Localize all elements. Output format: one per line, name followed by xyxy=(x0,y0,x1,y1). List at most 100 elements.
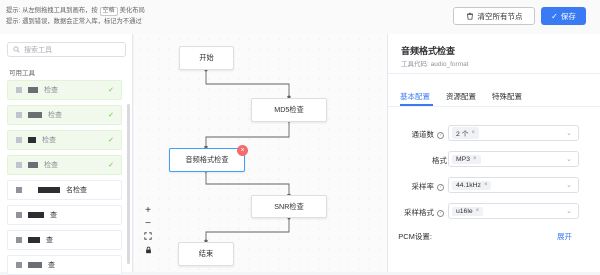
field-label-format: 格式? xyxy=(377,155,457,166)
sample-format-select[interactable]: u16le × ⌄ xyxy=(448,203,579,219)
field-label-channels: 通道数? xyxy=(364,129,444,140)
redacted-text xyxy=(28,112,42,118)
tool-icon xyxy=(16,112,22,118)
fit-view-icon xyxy=(144,232,152,240)
redacted-text xyxy=(28,87,38,93)
selected-tag: 2 个 × xyxy=(452,127,479,139)
trash-icon xyxy=(466,12,473,20)
tab-basic-config[interactable]: 基本配置 xyxy=(400,91,430,102)
expand-link[interactable]: 展开 xyxy=(557,231,572,242)
node-md5-check[interactable]: MD5检查 xyxy=(251,98,327,122)
save-button[interactable]: ✓ 保存 xyxy=(541,7,586,25)
tool-item[interactable]: 检查 ✓ xyxy=(7,130,122,150)
delete-node-icon[interactable]: × xyxy=(237,145,248,156)
tab-special-config[interactable]: 特殊配置 xyxy=(492,91,522,102)
divider xyxy=(388,73,600,74)
help-icon[interactable]: ? xyxy=(437,183,444,191)
help-icon[interactable]: ? xyxy=(437,131,444,139)
field-label-sample-rate: 采样率? xyxy=(364,181,444,192)
tool-item[interactable]: 检查 ✓ xyxy=(7,80,122,100)
zoom-out-button[interactable]: − xyxy=(141,218,155,230)
node-start[interactable]: 开始 xyxy=(179,46,234,70)
fit-view-button[interactable] xyxy=(141,232,155,244)
node-label: SNR检查 xyxy=(274,201,304,211)
node-label: 结束 xyxy=(198,249,214,258)
chevron-down-icon: ⌄ xyxy=(566,156,572,163)
tool-label: 检查 xyxy=(48,112,62,119)
selected-tag: u16le × xyxy=(452,206,484,216)
tag-value: 44.1kHz xyxy=(456,181,481,189)
check-icon: ✓ xyxy=(108,162,114,169)
tool-item[interactable]: 检查 ✓ xyxy=(7,105,122,125)
tool-label: 检查 xyxy=(44,87,58,94)
tag-value: u16le xyxy=(456,207,473,215)
tool-icon xyxy=(16,262,22,268)
tool-icon xyxy=(16,212,22,218)
tool-panel: 搜索工具 可用工具 检查 ✓ 检查 ✓ 检查 ✓ 检查 ✓ 名检查 查 查 查 xyxy=(0,34,133,275)
tool-label: 检查 xyxy=(44,162,58,169)
chevron-down-icon: ⌄ xyxy=(566,182,572,189)
save-label: 保存 xyxy=(560,11,576,21)
tool-label: 查 xyxy=(48,262,55,269)
tool-item[interactable]: 名检查 xyxy=(7,180,122,200)
redacted-text xyxy=(28,237,40,243)
node-end[interactable]: 结束 xyxy=(178,242,234,266)
check-icon: ✓ xyxy=(551,11,558,21)
panel-title: 音频格式检查 xyxy=(401,46,456,56)
node-audio-format-check[interactable]: 音频格式检查 xyxy=(169,148,245,172)
available-tools-label: 可用工具 xyxy=(9,70,35,77)
scrollbar[interactable] xyxy=(127,104,130,264)
lock-button[interactable] xyxy=(141,246,155,258)
tag-value: MP3 xyxy=(456,155,470,163)
top-bar: 提示: 从左侧拖拽工具到画布，按 空格 美化布局 提示: 遇到错误，数据会正常入库，… xyxy=(0,0,600,34)
redacted-text xyxy=(28,162,38,168)
edge-snr-end xyxy=(205,217,290,241)
tag-value: 2 个 xyxy=(456,131,469,138)
check-icon: ✓ xyxy=(108,112,114,119)
tip-error: 提示: 遇到错误，数据会正常入库，标记为不通过 xyxy=(6,18,142,25)
format-select[interactable]: MP3 × ⌄ xyxy=(448,151,579,167)
flow-canvas[interactable]: 开始 MD5检查 音频格式检查 SNR检查 结束 xyxy=(134,34,387,272)
selected-tag: MP3 × xyxy=(452,154,481,164)
remove-tag-icon[interactable]: × xyxy=(484,182,488,188)
tool-item[interactable]: 查 xyxy=(7,205,122,225)
tool-item[interactable]: 查 xyxy=(7,230,122,250)
clear-all-label: 清空所有节点 xyxy=(477,11,523,21)
search-placeholder: 搜索工具 xyxy=(24,46,52,54)
space-key-badge: 空格 xyxy=(99,7,118,16)
tool-icon xyxy=(16,137,22,143)
tool-item[interactable]: 检查 ✓ xyxy=(7,155,122,175)
edge-md5-audio xyxy=(205,121,290,147)
search-input[interactable]: 搜索工具 xyxy=(7,42,126,57)
label-text: 采样格式 xyxy=(404,208,434,217)
tool-icon xyxy=(16,187,22,193)
redacted-text xyxy=(28,212,44,218)
node-label: 音频格式检查 xyxy=(185,155,229,164)
remove-tag-icon[interactable]: × xyxy=(476,208,480,214)
tool-label: 名检查 xyxy=(66,187,87,194)
edge-start-md5 xyxy=(205,70,290,97)
pcm-settings-label: PCM设置: xyxy=(398,232,432,241)
chevron-down-icon: ⌄ xyxy=(566,130,572,137)
clear-all-nodes-button[interactable]: 清空所有节点 xyxy=(453,7,535,25)
config-panel: 音频格式检查 工具代码: audio_format 基本配置 资源配置 特殊配置… xyxy=(387,34,600,272)
zoom-in-button[interactable]: + xyxy=(141,205,155,217)
sample-rate-select[interactable]: 44.1kHz × ⌄ xyxy=(448,177,579,193)
redacted-text xyxy=(28,137,36,143)
tab-resource-config[interactable]: 资源配置 xyxy=(446,91,476,102)
tool-item[interactable]: 查 xyxy=(7,255,122,275)
tool-code: 工具代码: audio_format xyxy=(401,61,469,68)
tool-icon xyxy=(16,87,22,93)
selected-tag: 44.1kHz × xyxy=(452,180,492,190)
tip-text: 提示: 从左侧拖拽工具到画布，按 xyxy=(6,7,98,14)
node-snr-check[interactable]: SNR检查 xyxy=(251,195,327,218)
label-text: 格式 xyxy=(432,156,447,165)
tool-icon xyxy=(16,237,22,243)
channels-select[interactable]: 2 个 × ⌄ xyxy=(448,125,579,141)
remove-tag-icon[interactable]: × xyxy=(473,156,477,162)
remove-tag-icon[interactable]: × xyxy=(471,130,475,136)
tool-label: 查 xyxy=(46,237,53,244)
lock-icon xyxy=(145,246,151,254)
help-icon[interactable]: ? xyxy=(437,209,444,217)
redacted-text xyxy=(38,187,60,193)
